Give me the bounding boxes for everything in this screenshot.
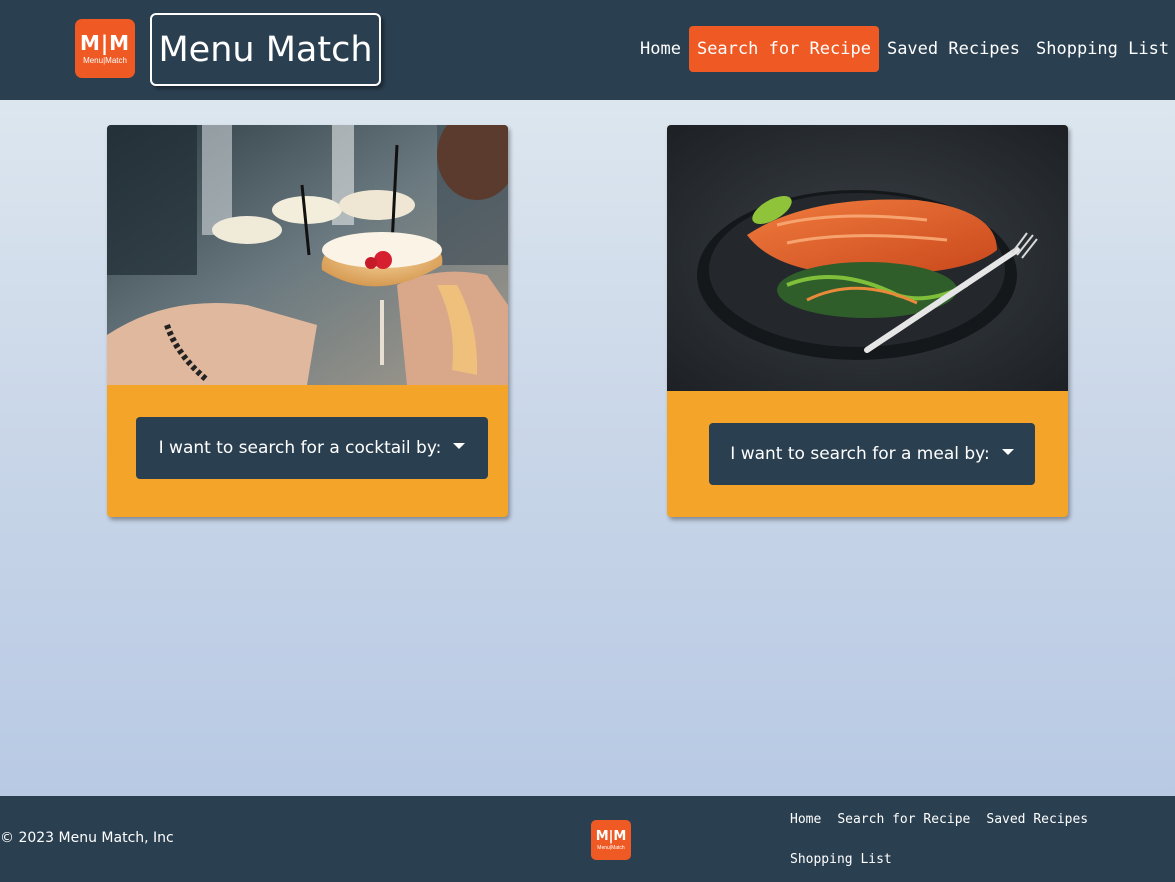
cocktail-search-dropdown[interactable]: I want to search for a cocktail by:	[136, 417, 488, 479]
caret-down-icon	[453, 443, 466, 449]
nav-home[interactable]: Home	[632, 26, 689, 72]
footer-nav-home[interactable]: Home	[782, 800, 829, 840]
caret-down-icon	[1001, 449, 1014, 455]
site-footer: © 2023 Menu Match, Inc M|M Menu|Match Ho…	[0, 796, 1175, 882]
nav-saved-recipes[interactable]: Saved Recipes	[879, 26, 1028, 72]
footer-nav-shopping-list[interactable]: Shopping List	[782, 840, 900, 880]
menu-match-logo[interactable]: M|M Menu|Match	[75, 19, 135, 78]
logo-wordmark: Menu|Match	[83, 55, 127, 65]
footer-nav: Home Search for Recipe Saved Recipes Sho…	[782, 800, 1172, 880]
brand-title-box[interactable]: Menu Match	[150, 13, 381, 86]
cocktail-photo	[107, 125, 508, 385]
nav-search-for-recipe[interactable]: Search for Recipe	[688, 26, 879, 72]
copyright-text: © 2023 Menu Match, Inc	[0, 830, 174, 846]
main-nav: Home Search for Recipe Saved Recipes Sho…	[632, 26, 1175, 72]
meal-dropdown-label: I want to search for a meal by:	[730, 444, 990, 464]
meal-search-dropdown[interactable]: I want to search for a meal by:	[709, 423, 1035, 485]
footer-logo-wordmark: Menu|Match	[597, 844, 625, 851]
footer-logo[interactable]: M|M Menu|Match	[591, 820, 631, 860]
footer-logo-monogram: M|M	[595, 828, 627, 844]
nav-shopping-list[interactable]: Shopping List	[1028, 26, 1175, 72]
footer-nav-search-for-recipe[interactable]: Search for Recipe	[829, 800, 978, 840]
cocktail-search-card: I want to search for a cocktail by:	[107, 125, 508, 517]
footer-nav-saved-recipes[interactable]: Saved Recipes	[978, 800, 1096, 840]
site-header: M|M Menu|Match Menu Match Home Search fo…	[0, 0, 1175, 100]
meal-photo	[667, 125, 1068, 391]
meal-search-card: I want to search for a meal by:	[667, 125, 1068, 517]
cocktail-dropdown-label: I want to search for a cocktail by:	[158, 438, 442, 458]
brand-title: Menu Match	[158, 29, 373, 70]
logo-monogram: M|M	[79, 30, 131, 55]
